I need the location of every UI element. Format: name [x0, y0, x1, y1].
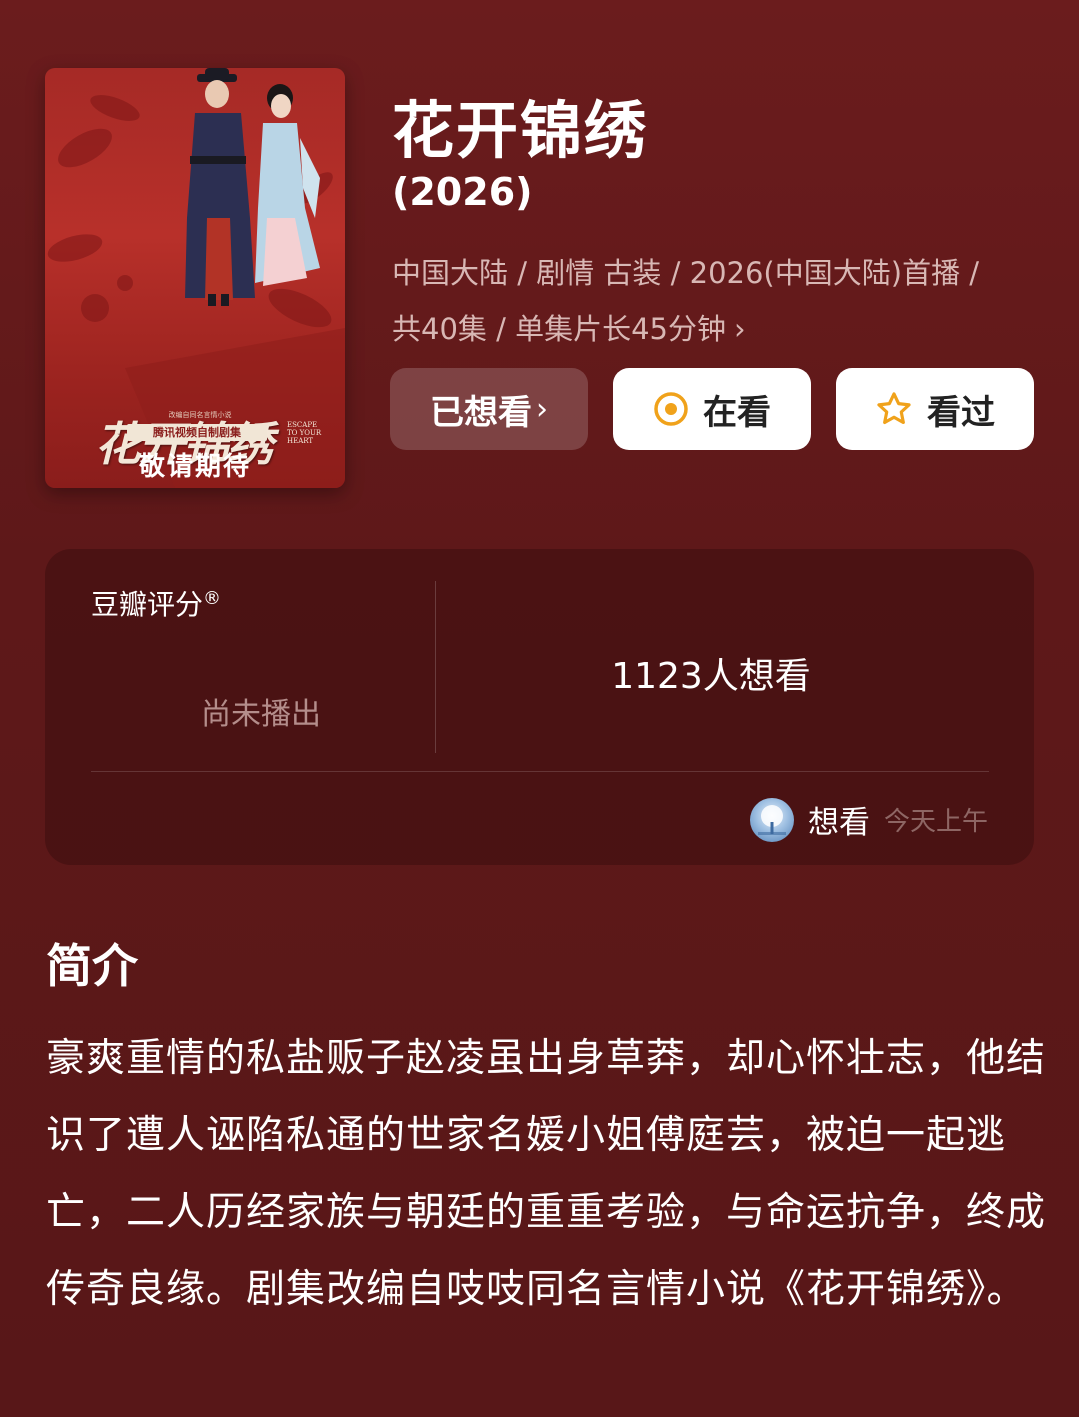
poster-badge: 腾讯视频自制剧集 [127, 424, 267, 441]
poster-coming-soon: 敬请期待 [138, 452, 251, 482]
poster-subtitle: 改编自同名言情小说 [168, 411, 232, 419]
watched-button[interactable]: 看过 [836, 368, 1034, 450]
female-figure [255, 84, 320, 286]
show-meta-text: 中国大陆 / 剧情 古装 / 2026(中国大陆)首播 / 共40集 / 单集片… [392, 256, 980, 346]
rating-status: 尚未播出 [201, 697, 321, 732]
wanted-button-label: 已想看 [430, 392, 532, 433]
movie-detail-page: 花开锦绣 ESCAPE TO YOUR HEART 改编自同名言情小说 腾讯视频… [0, 0, 1079, 1417]
poster-image[interactable]: 花开锦绣 ESCAPE TO YOUR HEART 改编自同名言情小说 腾讯视频… [45, 68, 345, 488]
horizontal-divider [91, 771, 989, 772]
chevron-right-icon: › [734, 312, 746, 346]
friend-activity[interactable]: 想看 今天上午 [749, 797, 988, 842]
activity-time: 今天上午 [883, 807, 988, 837]
show-title: 花开锦绣 [392, 94, 649, 167]
rating-card: 豆瓣评分® 尚未播出 1123人想看 想看 今天上午 [45, 549, 1034, 865]
poster-english-title: ESCAPE TO YOUR HEART [287, 421, 322, 445]
tree-icon [757, 804, 786, 835]
star-outline-icon [875, 390, 913, 428]
rating-label-text: 豆瓣评分 [91, 588, 204, 621]
male-figure [185, 68, 255, 306]
want-count[interactable]: 1123人想看 [435, 647, 987, 699]
chevron-right-icon: › [536, 391, 548, 427]
target-circle-icon [653, 391, 689, 427]
rating-label: 豆瓣评分® [91, 583, 221, 623]
synopsis-text[interactable]: 豪爽重情的私盐贩子赵凌虽出身草莽，却心怀壮志，他结识了遭人诬陷私通的世家名媛小姐… [46, 1020, 1046, 1328]
wanted-button[interactable]: 已想看 › [390, 368, 588, 450]
watching-button-label: 在看 [703, 392, 771, 433]
watched-button-label: 看过 [927, 392, 995, 433]
show-meta[interactable]: 中国大陆 / 剧情 古装 / 2026(中国大陆)首播 / 共40集 / 单集片… [392, 245, 1012, 357]
activity-action: 想看 [807, 805, 870, 841]
avatar[interactable] [749, 797, 794, 842]
watching-button[interactable]: 在看 [613, 368, 811, 450]
synopsis-heading: 简介 [46, 939, 138, 993]
registered-mark: ® [203, 588, 222, 609]
show-year: (2026) [392, 170, 533, 214]
